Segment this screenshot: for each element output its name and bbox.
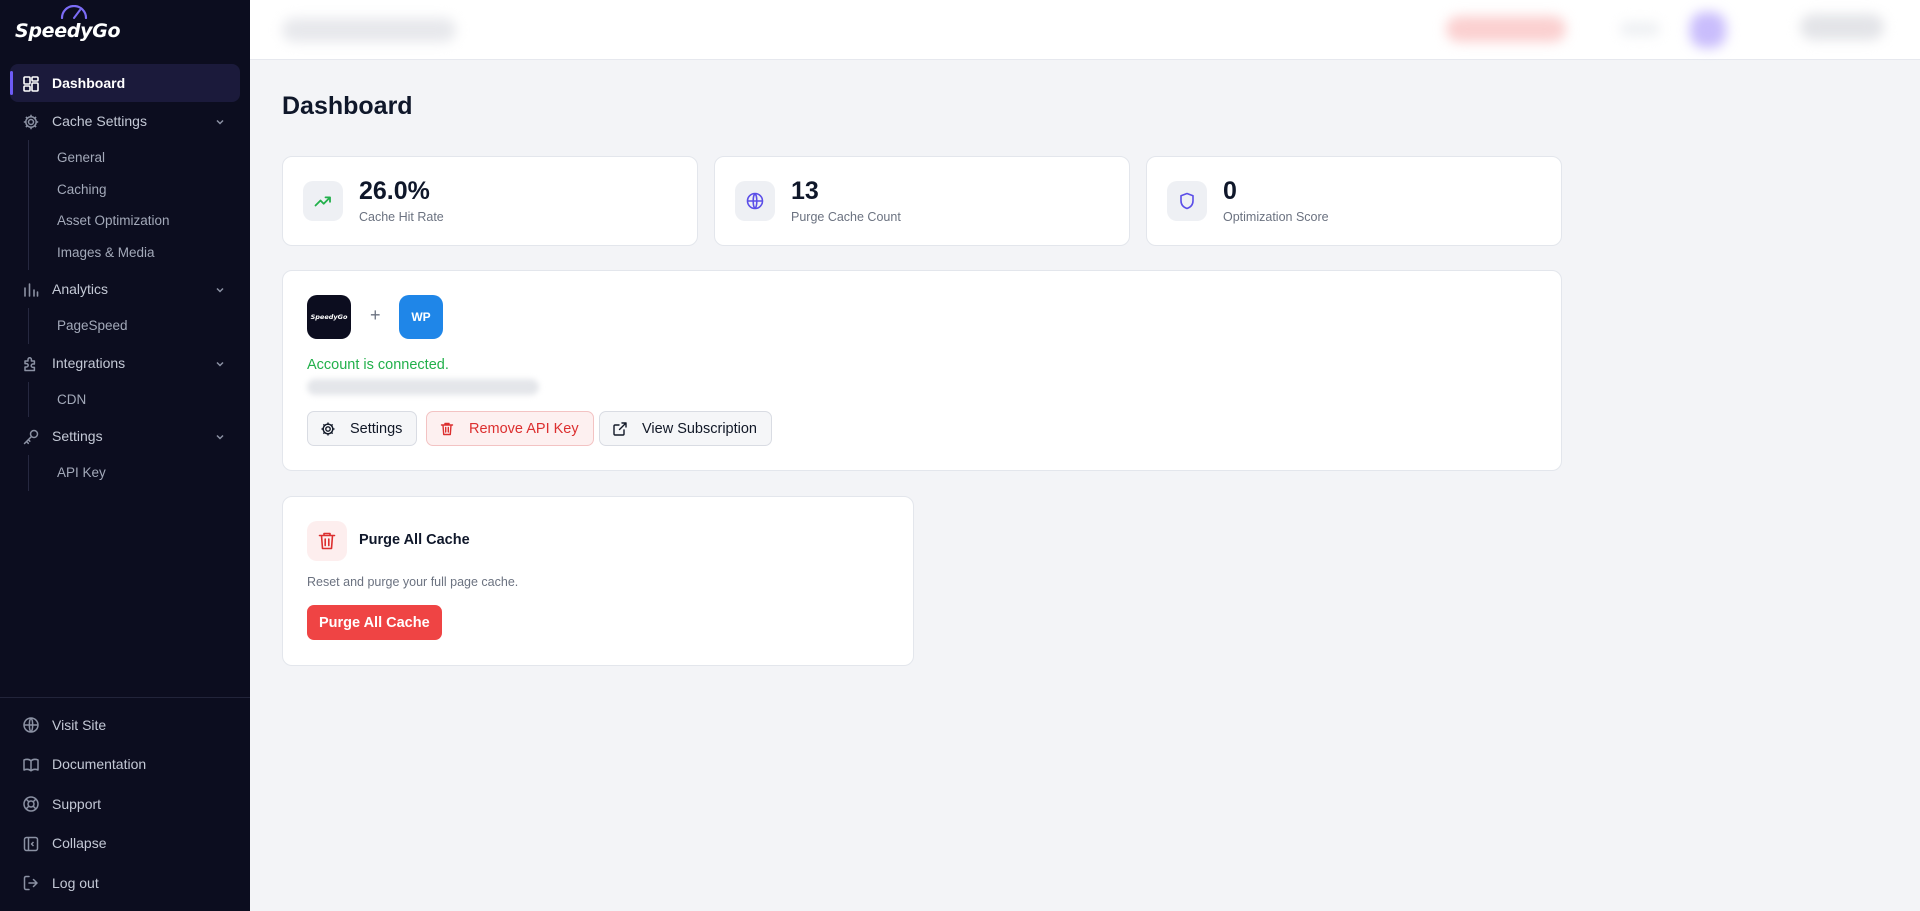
- blurred-top-item[interactable]: [1620, 22, 1660, 36]
- sidebar-item-label: Log out: [52, 874, 99, 891]
- view-subscription-button[interactable]: View Subscription: [599, 411, 772, 446]
- sidebar-subitem-images-media[interactable]: Images & Media: [29, 237, 250, 269]
- bar-chart-icon: [24, 283, 39, 297]
- blurred-avatar[interactable]: [1690, 12, 1726, 48]
- analytics-submenu: PageSpeed: [28, 308, 250, 344]
- sidebar-item-integrations[interactable]: Integrations: [0, 344, 250, 382]
- dashboard-icon: [23, 76, 39, 92]
- stat-icon-box: [303, 181, 343, 221]
- sidebar-subitem-general[interactable]: General: [29, 142, 250, 174]
- connection-card: SpeedyGo + WP Account is connected. Sett…: [282, 270, 1562, 471]
- sidebar-nav: Dashboard Cache Settings General Caching…: [0, 64, 250, 491]
- connection-status: Account is connected.: [307, 357, 449, 373]
- stat-icon-box: [735, 181, 775, 221]
- sidebar-item-visit-site[interactable]: Visit Site: [0, 705, 250, 745]
- trash-icon: [318, 532, 336, 550]
- lifebuoy-icon: [23, 796, 39, 812]
- cache-settings-submenu: General Caching Asset Optimization Image…: [28, 140, 250, 270]
- page-title: Dashboard: [282, 92, 413, 120]
- stat-value: 13: [791, 177, 819, 205]
- settings-submenu: API Key: [28, 455, 250, 491]
- sidebar-subitem-api-key[interactable]: API Key: [29, 457, 250, 489]
- purge-card-title: Purge All Cache: [359, 532, 470, 548]
- stat-label: Cache Hit Rate: [359, 210, 444, 224]
- stat-card-cache-hit-rate: 26.0% Cache Hit Rate: [282, 156, 698, 246]
- view-subscription-button-label: View Subscription: [642, 420, 757, 437]
- sidebar-item-label: Analytics: [52, 281, 109, 297]
- chevron-down-icon[interactable]: [214, 358, 226, 370]
- blurred-account-menu[interactable]: [1800, 14, 1884, 40]
- key-icon: [23, 429, 39, 445]
- stat-card-optimization-score: 0 Optimization Score: [1146, 156, 1562, 246]
- blurred-site-selector[interactable]: [282, 18, 456, 42]
- integrations-submenu: CDN: [28, 381, 250, 417]
- chevron-down-icon[interactable]: [214, 116, 226, 128]
- sidebar-subitem-pagespeed[interactable]: PageSpeed: [29, 310, 250, 342]
- remove-api-key-button[interactable]: Remove API Key: [426, 411, 594, 446]
- stat-icon-box: [1167, 181, 1207, 221]
- globe-icon: [746, 192, 764, 210]
- puzzle-icon: [24, 356, 36, 371]
- purge-all-cache-button[interactable]: Purge All Cache: [307, 605, 442, 640]
- sidebar-bottom-nav: Visit Site Documentation Support Collaps…: [0, 705, 250, 903]
- wordpress-badge: WP: [399, 295, 443, 339]
- sidebar-divider: [0, 697, 250, 698]
- chevron-down-icon[interactable]: [214, 284, 226, 296]
- gear-icon: [321, 422, 335, 435]
- wp-badge-text: WP: [411, 310, 431, 324]
- blurred-alert-badge[interactable]: [1446, 16, 1566, 42]
- sidebar-item-cache-settings[interactable]: Cache Settings: [0, 102, 250, 140]
- sidebar-item-settings[interactable]: Settings: [0, 417, 250, 455]
- sidebar-item-label: Visit Site: [52, 716, 107, 733]
- collapse-icon: [23, 836, 39, 851]
- sidebar-item-label: Documentation: [52, 756, 147, 773]
- speedygo-badge: SpeedyGo: [307, 295, 351, 339]
- sidebar-item-analytics[interactable]: Analytics: [0, 270, 250, 308]
- logout-icon: [23, 875, 38, 891]
- globe-icon: [23, 717, 39, 733]
- stat-value: 0: [1223, 177, 1237, 205]
- stat-value: 26.0%: [359, 177, 430, 205]
- stat-card-purge-cache-count: 13 Purge Cache Count: [714, 156, 1130, 246]
- sidebar-subitem-caching[interactable]: Caching: [29, 174, 250, 206]
- book-icon: [23, 758, 39, 772]
- shield-icon: [1180, 192, 1194, 210]
- blurred-account-email: [307, 379, 539, 395]
- sidebar-item-label: Dashboard: [52, 75, 126, 91]
- chevron-down-icon[interactable]: [214, 431, 226, 443]
- speedygo-badge-text: SpeedyGo: [310, 313, 348, 321]
- sidebar-subitem-cdn[interactable]: CDN: [29, 384, 250, 416]
- remove-api-key-button-label: Remove API Key: [469, 420, 579, 437]
- sidebar-item-label: Support: [52, 795, 102, 812]
- purge-card-description: Reset and purge your full page cache.: [307, 575, 519, 589]
- sidebar-item-collapse[interactable]: Collapse: [0, 824, 250, 864]
- trending-up-icon: [314, 196, 331, 207]
- logo-arc-icon: [60, 5, 88, 19]
- purge-icon-box: [307, 521, 347, 561]
- logo-text: SpeedyGo: [15, 20, 121, 42]
- trash-icon: [440, 422, 454, 435]
- sidebar-item-dashboard[interactable]: Dashboard: [10, 64, 240, 102]
- external-link-icon: [613, 421, 627, 436]
- logo[interactable]: SpeedyGo: [15, 5, 121, 48]
- sidebar-subitem-asset-optimization[interactable]: Asset Optimization: [29, 205, 250, 237]
- settings-button-label: Settings: [350, 420, 403, 437]
- sidebar-item-label: Integrations: [52, 354, 126, 371]
- top-bar: [250, 0, 1920, 60]
- stat-label: Optimization Score: [1223, 210, 1329, 224]
- settings-button[interactable]: Settings: [307, 411, 418, 446]
- sidebar-item-label: Collapse: [52, 835, 107, 852]
- stat-label: Purge Cache Count: [791, 210, 901, 224]
- purge-cache-card: Purge All Cache Reset and purge your ful…: [282, 496, 914, 666]
- sidebar: SpeedyGo Dashboard Cache Settings Genera…: [0, 0, 250, 911]
- sidebar-item-support[interactable]: Support: [0, 784, 250, 824]
- sidebar-item-label: Cache Settings: [52, 113, 147, 129]
- gear-icon: [23, 114, 39, 130]
- plus-sign: +: [370, 305, 381, 325]
- sidebar-item-log-out[interactable]: Log out: [0, 863, 250, 903]
- sidebar-item-label: Settings: [52, 428, 103, 444]
- sidebar-item-documentation[interactable]: Documentation: [0, 745, 250, 785]
